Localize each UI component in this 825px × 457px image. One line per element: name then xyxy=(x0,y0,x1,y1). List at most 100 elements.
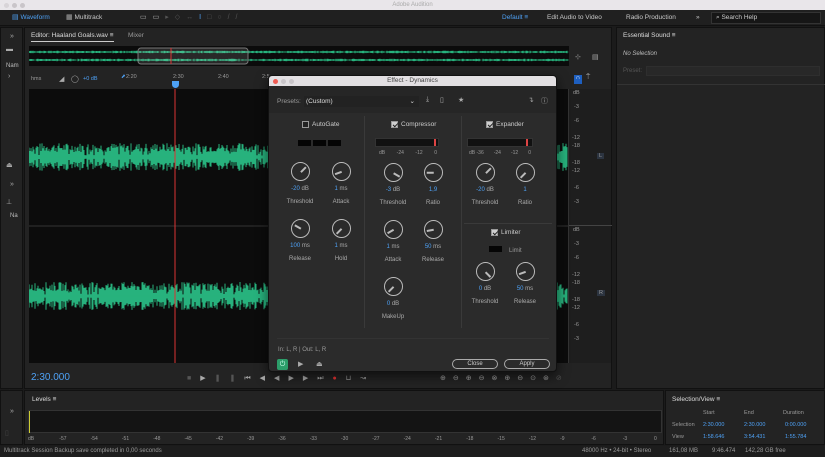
workspace-default[interactable]: Default ≡ xyxy=(502,13,528,23)
zoom-out-full-icon[interactable]: ⊗ xyxy=(492,375,505,382)
limiter-threshold-knob[interactable]: 0 dB Threshold xyxy=(465,262,505,305)
expand-icon[interactable]: » xyxy=(10,33,14,40)
presets-dropdown[interactable]: (Custom) ⌄ xyxy=(304,96,419,107)
playhead-handle[interactable] xyxy=(172,81,179,88)
record-icon[interactable]: ● xyxy=(333,375,346,382)
autogate-attack-knob[interactable]: 1 ms Attack xyxy=(321,162,361,205)
delete-preset-icon[interactable]: ▯ xyxy=(440,96,444,104)
compressor-attack-knob[interactable]: 1 ms Attack xyxy=(373,220,413,263)
zoom-window-button[interactable] xyxy=(20,3,25,8)
routing-icon[interactable]: ↴ xyxy=(528,96,534,104)
channel-left-label[interactable]: L xyxy=(597,153,605,159)
preview-play-icon[interactable]: ▶ xyxy=(298,360,303,368)
knob-value[interactable]: 50 xyxy=(425,244,432,250)
save-preset-icon[interactable]: ⤓ xyxy=(426,96,429,104)
selection-duration[interactable]: 0:00.000 xyxy=(785,422,806,428)
zoom-extra-icon[interactable]: ⊘ xyxy=(556,375,569,382)
apply-button[interactable]: Apply xyxy=(504,359,550,369)
go-to-start-icon[interactable]: ⏮ xyxy=(244,375,259,382)
limiter-release-knob[interactable]: 50 ms Release xyxy=(505,262,545,305)
minimize-window-button[interactable] xyxy=(12,3,17,8)
slip-tool-icon[interactable]: ↔ xyxy=(186,14,199,21)
knob-value[interactable]: 50 xyxy=(517,286,524,292)
skip-selection-icon[interactable]: ↝ xyxy=(360,375,375,382)
compressor-ratio-knob[interactable]: 1,9 Ratio xyxy=(413,163,453,206)
dialog-close-dot[interactable] xyxy=(273,78,278,84)
spot-healing-icon[interactable]: / xyxy=(236,14,244,21)
autogate-threshold-knob[interactable]: -20 dB Threshold xyxy=(280,162,320,205)
stop-icon[interactable]: ■ xyxy=(187,375,200,382)
compressor-threshold-knob[interactable]: -3 dB Threshold xyxy=(373,163,413,206)
favorite-star-icon[interactable]: ★ xyxy=(458,96,464,104)
dialog-minimize-dot[interactable] xyxy=(281,78,286,84)
waveform-button[interactable]: ▤ Waveform xyxy=(12,13,50,23)
zoom-selection-icon[interactable]: ⊙ xyxy=(530,375,543,382)
knob-value[interactable]: -20 xyxy=(291,186,300,192)
tab-mixer[interactable]: Mixer xyxy=(128,32,144,39)
expand-icon-2[interactable]: » xyxy=(10,181,14,188)
menu-icon[interactable]: ≡ xyxy=(110,32,114,39)
multitrack-button[interactable]: ▦ Multitrack xyxy=(66,13,102,23)
knob-value[interactable]: -20 xyxy=(476,187,485,193)
pause-icon[interactable]: ❚❚ xyxy=(215,375,245,382)
limiter-toggle[interactable]: Limiter xyxy=(491,229,521,236)
zoom-in-point-icon[interactable]: ⊕ xyxy=(504,375,517,382)
view-end[interactable]: 3:54.431 xyxy=(744,434,765,440)
chevron-right-icon[interactable]: › xyxy=(8,73,10,80)
zoom-reset-icon[interactable]: ⊛ xyxy=(543,375,556,382)
pin-icon[interactable]: ⍑ xyxy=(586,74,590,82)
zoom-in-amplitude-icon[interactable]: ⊕ xyxy=(440,375,453,382)
close-window-button[interactable] xyxy=(4,3,9,8)
gain-knob-icon[interactable]: ◯ xyxy=(71,75,79,83)
folder-icon[interactable]: ▬ xyxy=(6,46,13,53)
menu-icon[interactable]: ≡ xyxy=(716,396,720,403)
compressor-toggle[interactable]: Compressor xyxy=(391,121,436,128)
overview-menu-icon[interactable]: ▤ xyxy=(592,53,599,61)
expander-ratio-knob[interactable]: 1 Ratio xyxy=(505,163,545,206)
tab-editor[interactable]: Editor: Haaland Goals.wav ≡ xyxy=(31,32,114,42)
move-tool-icon[interactable]: ▸ xyxy=(165,14,175,21)
menu-icon[interactable]: ≡ xyxy=(672,32,676,39)
marquee-tool-icon[interactable]: □ xyxy=(207,14,217,21)
expander-threshold-knob[interactable]: -20 dB Threshold xyxy=(465,163,505,206)
rewind-icon[interactable]: ◀◀ xyxy=(260,375,289,382)
knob-value[interactable]: 1,9 xyxy=(429,187,437,193)
search-help-input[interactable]: ⌕ Search Help xyxy=(711,12,821,24)
export-icon[interactable]: ⏏ xyxy=(6,161,13,169)
spectral-view-icon[interactable]: ▭ xyxy=(140,14,153,21)
autogate-toggle[interactable]: AutoGate xyxy=(302,121,339,128)
autogate-hold-knob[interactable]: 1 ms Hold xyxy=(321,219,361,262)
loop-icon[interactable]: ⊔ xyxy=(346,375,360,382)
limiter-checkbox[interactable] xyxy=(491,229,498,236)
view-start[interactable]: 1:58.646 xyxy=(703,434,724,440)
zoom-in-time-icon[interactable]: ⊕ xyxy=(466,375,479,382)
lasso-tool-icon[interactable]: ○ xyxy=(217,14,227,21)
brush-tool-icon[interactable]: / xyxy=(228,14,236,21)
autogate-checkbox[interactable] xyxy=(302,121,309,128)
knob-value[interactable]: 1 xyxy=(523,187,526,193)
zoom-to-selection-icon[interactable]: ⊹ xyxy=(575,53,581,61)
workspace-radio-production[interactable]: Radio Production xyxy=(626,13,676,23)
dialog-zoom-dot[interactable] xyxy=(289,78,294,84)
effects-icon[interactable]: ⊥ xyxy=(6,198,12,206)
overview-viewport[interactable] xyxy=(137,47,249,65)
snap-icon[interactable]: ∩ xyxy=(574,75,582,84)
workspace-edit-audio-to-video[interactable]: Edit Audio to Video xyxy=(547,13,602,23)
play-icon[interactable]: ▶ xyxy=(200,375,214,382)
dialog-title-bar[interactable]: Effect - Dynamics xyxy=(269,76,556,86)
close-button[interactable]: Close xyxy=(452,359,498,369)
export-settings-icon[interactable]: ⏏ xyxy=(316,360,323,368)
power-toggle-icon[interactable]: ⏻ xyxy=(277,359,288,370)
knob-value[interactable]: 100 xyxy=(290,243,300,249)
view-duration[interactable]: 1:55.784 xyxy=(785,434,806,440)
zoom-out-point-icon[interactable]: ⊖ xyxy=(517,375,530,382)
selection-start[interactable]: 2:30.000 xyxy=(703,422,724,428)
go-to-end-icon[interactable]: ⏭ xyxy=(317,375,332,382)
channel-right-label[interactable]: R xyxy=(597,290,605,296)
preset-dropdown[interactable] xyxy=(646,66,820,76)
overview-waveform[interactable] xyxy=(29,46,569,66)
menu-icon[interactable]: ≡ xyxy=(53,396,57,403)
gain-value[interactable]: +0 dB xyxy=(83,76,98,82)
more-workspaces-icon[interactable]: » xyxy=(696,13,700,23)
expander-toggle[interactable]: Expander xyxy=(486,121,524,128)
